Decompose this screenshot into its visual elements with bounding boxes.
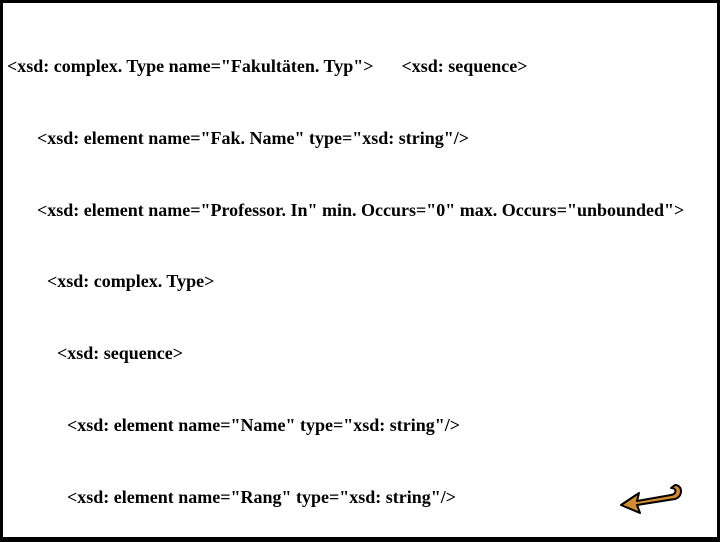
back-button[interactable] <box>617 475 687 519</box>
back-arrow-icon <box>617 475 687 519</box>
code-line: <xsd: sequence> <box>7 342 713 366</box>
code-text: <xsd: sequence> <box>401 56 527 76</box>
code-line: <xsd: element name="Rang" type="xsd: str… <box>7 486 713 510</box>
code-text: <xsd: complex. Type name="Fakultäten. Ty… <box>7 56 373 76</box>
code-line: <xsd: complex. Type> <box>7 270 713 294</box>
code-line: <xsd: element name="Professor. In" min. … <box>7 199 713 223</box>
code-line: <xsd: complex. Type name="Fakultäten. Ty… <box>7 55 713 79</box>
code-line: <xsd: element name="Name" type="xsd: str… <box>7 414 713 438</box>
xsd-code-block: <xsd: complex. Type name="Fakultäten. Ty… <box>7 7 713 538</box>
code-line: <xsd: element name="Fak. Name" type="xsd… <box>7 127 713 151</box>
slide-frame: <xsd: complex. Type name="Fakultäten. Ty… <box>2 2 718 538</box>
